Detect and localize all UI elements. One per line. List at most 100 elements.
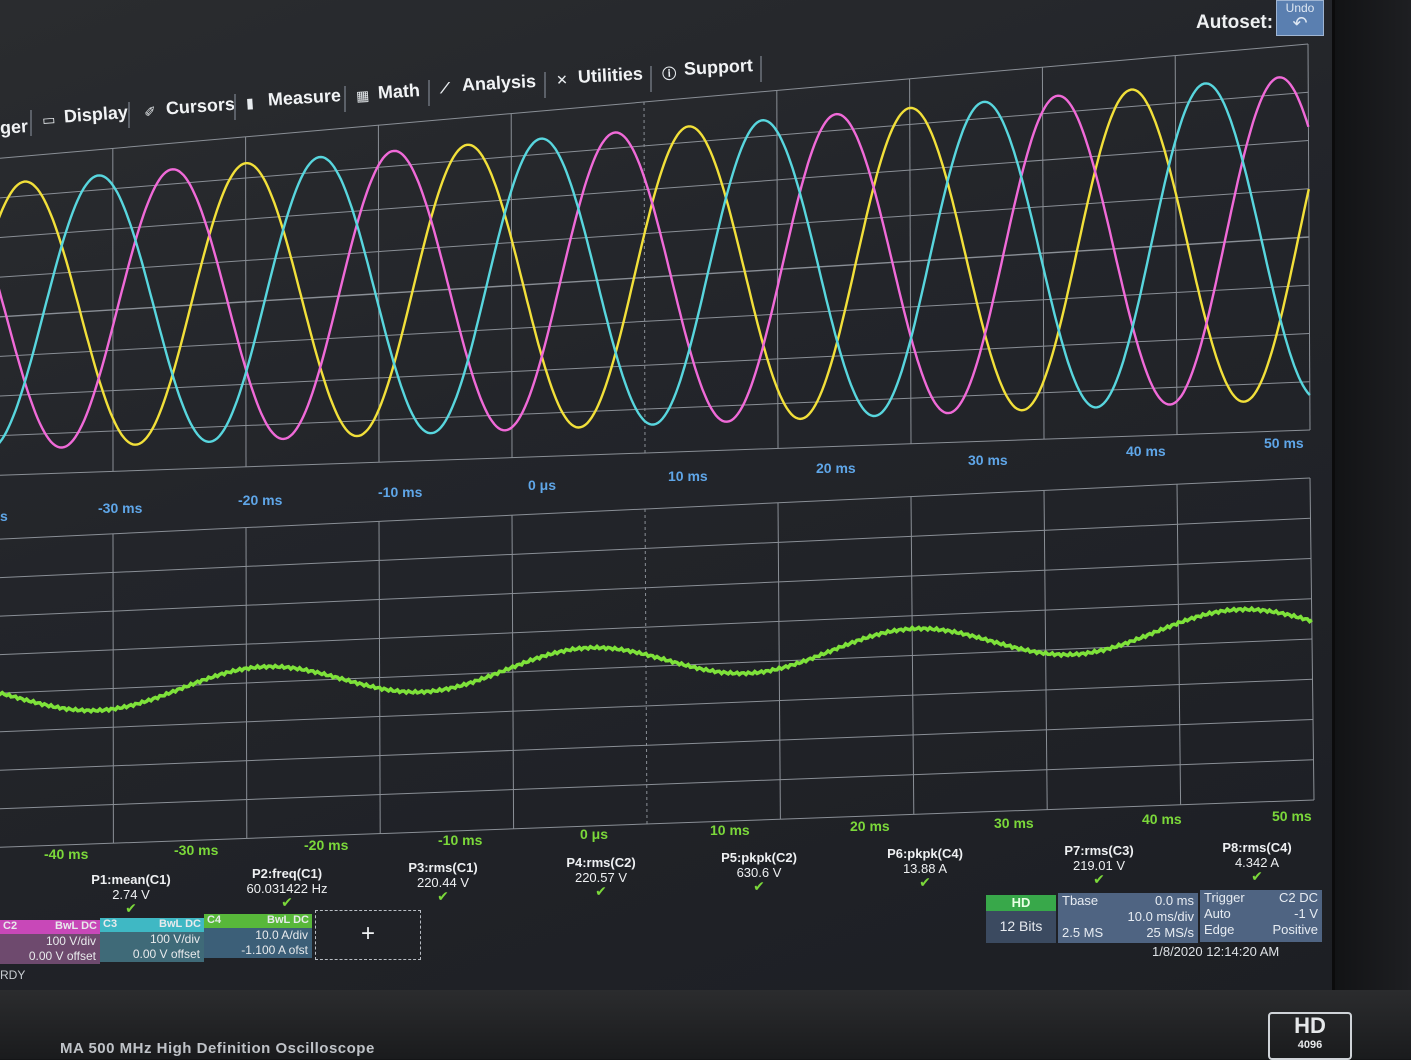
trigger-type: Edge	[1204, 922, 1234, 938]
channel-name: C3	[103, 918, 117, 932]
top-axis-label: 50 ms	[1264, 435, 1304, 451]
menu-math[interactable]: ▦Math	[355, 80, 420, 105]
bottom-axis-label: 50 ms	[1272, 808, 1312, 824]
coupling-badge: DC	[293, 914, 309, 926]
measurement-p7[interactable]: P7:rms(C3) 219.01 V ✔	[1034, 843, 1164, 885]
measurement-label: P6:pkpk(C4)	[860, 846, 990, 861]
timebase-delay: 0.0 ms	[1155, 893, 1194, 909]
timebase-div: 10.0 ms/div	[1128, 909, 1194, 925]
channel-c4-descriptor[interactable]: C4 BwL DC 10.0 A/div -1.100 A ofst	[204, 914, 312, 958]
channel-name: C4	[207, 914, 221, 928]
add-channel-button[interactable]: +	[315, 910, 421, 960]
menu-support[interactable]: ⓘSupport	[661, 55, 753, 81]
bottom-axis-label: -10 ms	[438, 832, 482, 848]
top-axis-label: 0 μs	[528, 477, 556, 493]
measurement-p1[interactable]: P1:mean(C1) 2.74 V ✔	[66, 872, 196, 914]
trace-c3	[0, 83, 1310, 450]
channel-offset: 0.00 V offset	[100, 947, 204, 962]
grid-line	[0, 720, 1313, 772]
grid-line	[0, 679, 1313, 732]
trace-c4	[0, 608, 1312, 712]
check-icon: ✔	[222, 896, 352, 908]
bottom-axis-label: -40 ms	[44, 846, 88, 862]
analysis-icon: ⟋	[440, 79, 457, 94]
oscilloscope-screen: ger ▭Display ✐Cursors ▮Measure ▦Math ⟋An…	[0, 0, 1335, 990]
channel-c2-descriptor[interactable]: C2 BwL DC 100 V/div 0.00 V offset	[0, 920, 100, 964]
grid-line	[0, 800, 1314, 848]
measurement-label: P7:rms(C3)	[1034, 843, 1164, 858]
menu-analysis[interactable]: ⟋Analysis	[439, 71, 536, 97]
check-icon: ✔	[1034, 873, 1164, 885]
bits-label: 12 Bits	[986, 911, 1056, 941]
top-axis-label: 20 ms	[816, 460, 856, 476]
measurement-p5[interactable]: P5:pkpk(C2) 630.6 V ✔	[694, 850, 824, 892]
top-axis-label: s	[0, 508, 8, 524]
timebase-label: Tbase	[1062, 893, 1098, 909]
top-axis-label: 30 ms	[968, 452, 1008, 468]
undo-button[interactable]: Undo ↶	[1276, 0, 1324, 36]
measurement-p8[interactable]: P8:rms(C4) 4.342 A ✔	[1192, 840, 1322, 882]
coupling-badge: DC	[185, 918, 201, 930]
timebase-samples: 2.5 MS	[1062, 925, 1103, 941]
grid-line	[0, 478, 1310, 540]
trigger-level: -1 V	[1294, 906, 1318, 922]
menu-trigger[interactable]: ger	[0, 116, 29, 139]
check-icon: ✔	[66, 902, 196, 914]
measurement-label: P3:rms(C1)	[378, 860, 508, 875]
grid-line	[0, 237, 1309, 318]
menu-cursors[interactable]: ✐Cursors	[143, 94, 235, 121]
channel-scale: 100 V/div	[0, 934, 100, 949]
grid-line	[0, 141, 1309, 240]
grid-line	[0, 518, 1311, 578]
display-icon: ▭	[42, 111, 59, 126]
coupling-badge: DC	[81, 920, 97, 932]
right-bezel	[1335, 0, 1411, 1059]
menu-utilities[interactable]: ✕Utilities	[555, 63, 643, 89]
check-icon: ✔	[378, 890, 508, 902]
grid-line	[0, 760, 1314, 810]
trigger-descriptor[interactable]: TriggerC2 DC Auto-1 V EdgePositive	[1200, 890, 1322, 942]
trigger-slope: Positive	[1272, 922, 1318, 938]
status-label: RDY	[0, 968, 25, 982]
menu-measure[interactable]: ▮Measure	[245, 85, 341, 112]
top-axis-label: -20 ms	[238, 492, 282, 508]
check-icon: ✔	[536, 885, 666, 897]
support-icon: ⓘ	[662, 63, 679, 78]
measurement-p4[interactable]: P4:rms(C2) 220.57 V ✔	[536, 855, 666, 897]
top-axis-label: -30 ms	[98, 500, 142, 516]
channel-scale: 10.0 A/div	[204, 928, 312, 943]
top-axis-label: -10 ms	[378, 484, 422, 500]
bottom-axis-label: -30 ms	[174, 842, 218, 858]
bottom-axis-label: -20 ms	[304, 837, 348, 853]
hd-badge: HD	[986, 895, 1056, 911]
measurement-label: P8:rms(C4)	[1192, 840, 1322, 855]
bwl-badge: BwL	[55, 920, 78, 932]
trigger-coupling: DC	[1299, 890, 1318, 905]
measurement-p2[interactable]: P2:freq(C1) 60.031422 Hz ✔	[222, 866, 352, 908]
channel-offset: 0.00 V offset	[0, 949, 100, 964]
measure-icon: ▮	[246, 94, 263, 109]
top-axis-label: 10 ms	[668, 468, 708, 484]
check-icon: ✔	[694, 880, 824, 892]
timebase-rate: 25 MS/s	[1146, 925, 1194, 941]
timebase-descriptor[interactable]: Tbase 0.0 ms 10.0 ms/div 2.5 MS 25 MS/s	[1058, 893, 1198, 943]
trigger-label: Trigger	[1204, 890, 1245, 906]
hd-resolution-box[interactable]: HD 12 Bits	[986, 895, 1056, 943]
bottom-axis-label: 0 μs	[580, 826, 608, 842]
channel-name: C2	[3, 920, 17, 934]
measurement-p3[interactable]: P3:rms(C1) 220.44 V ✔	[378, 860, 508, 902]
bottom-axis-label: 20 ms	[850, 818, 890, 834]
grid-line	[0, 559, 1311, 618]
bottom-axis-label: 30 ms	[994, 815, 1034, 831]
check-icon: ✔	[860, 876, 990, 888]
channel-c3-descriptor[interactable]: C3 BwL DC 100 V/div 0.00 V offset	[100, 918, 204, 962]
measurement-p6[interactable]: P6:pkpk(C4) 13.88 A ✔	[860, 846, 990, 888]
logo-big: HD	[1270, 1014, 1350, 1038]
measurement-label: P5:pkpk(C2)	[694, 850, 824, 865]
bwl-badge: BwL	[159, 918, 182, 930]
top-axis-label: 40 ms	[1126, 443, 1166, 459]
grid-line	[0, 189, 1309, 279]
undo-icon: ↶	[1277, 15, 1323, 31]
bottom-axis-label: 10 ms	[710, 822, 750, 838]
grid-line	[0, 430, 1310, 476]
